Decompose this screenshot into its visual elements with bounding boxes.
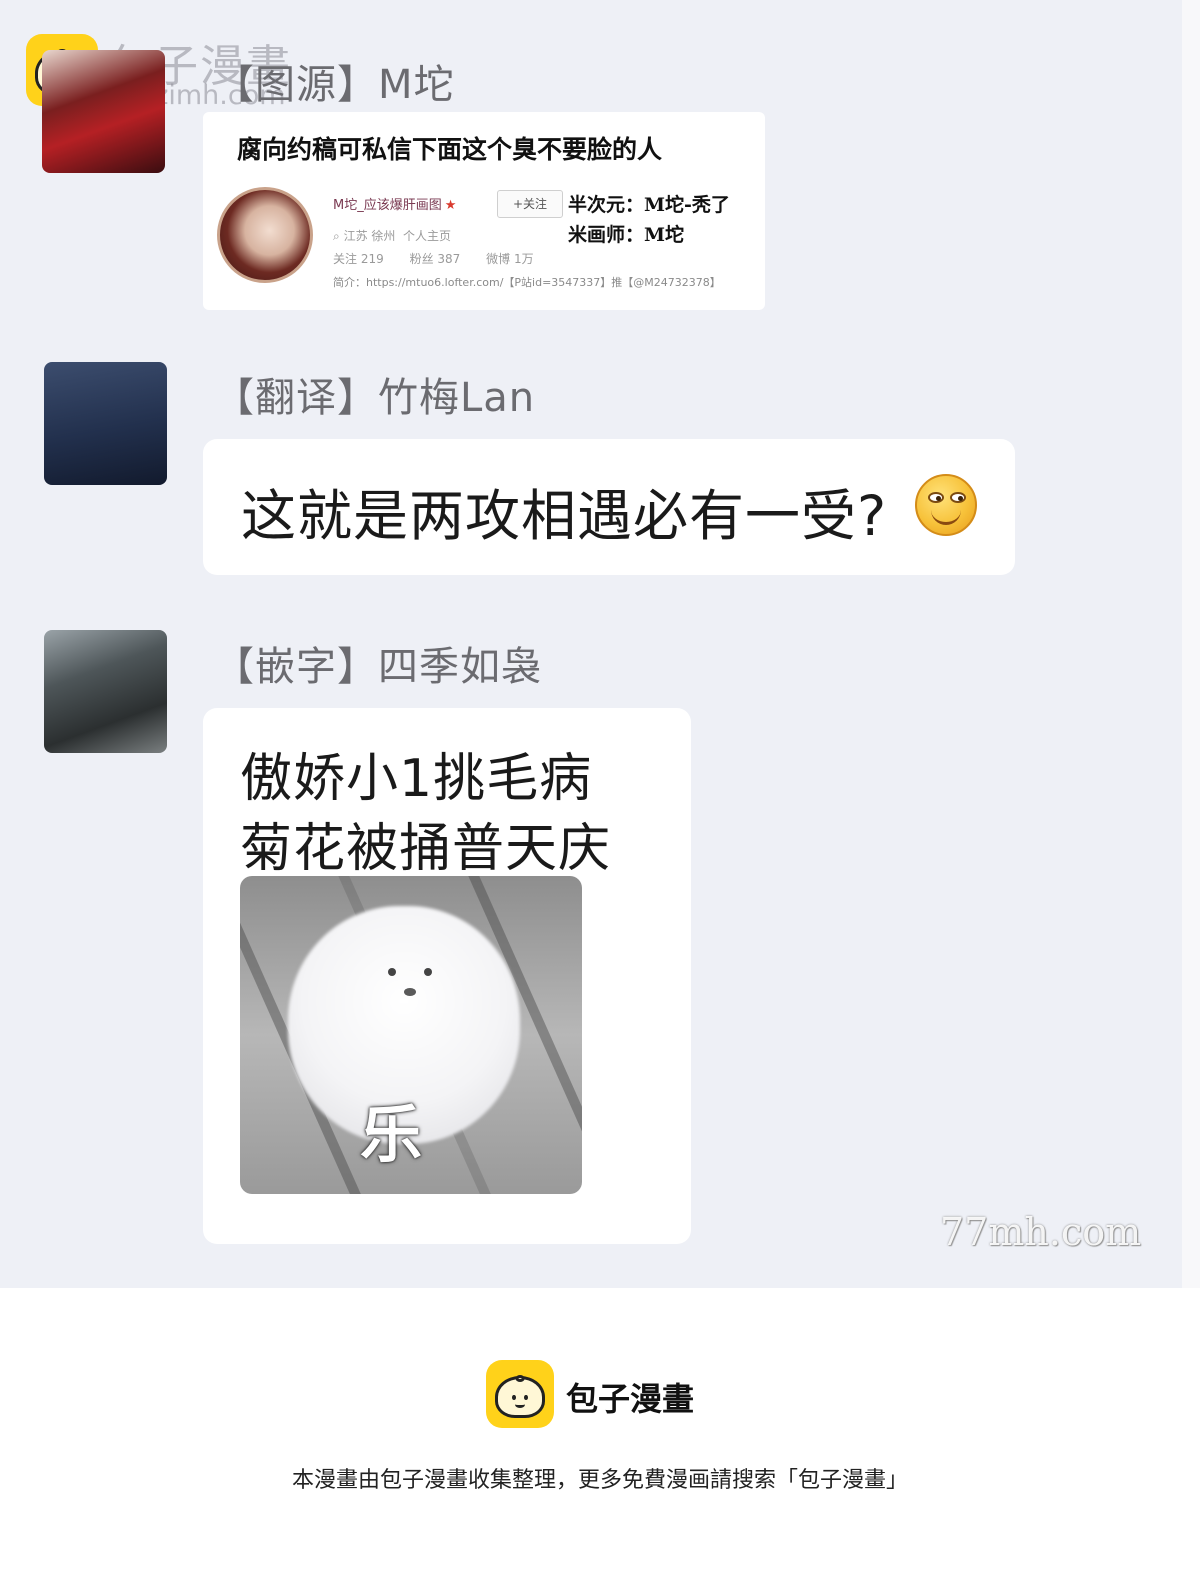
profile-avatar: [217, 187, 313, 283]
watermark-corner: 77mh.com: [940, 1210, 1142, 1254]
message-text-line: 傲娇小1挑毛病: [240, 749, 593, 809]
profile-username: M坨_应该爆肝画图: [333, 198, 442, 213]
star-icon: ★: [444, 198, 457, 213]
message-bubble: 这就是两攻相遇必有一受?: [203, 439, 1015, 575]
profile-location: 江苏 徐州: [343, 229, 396, 243]
message-label-typesetter: 【嵌字】四季如袅: [214, 644, 542, 690]
profile-meta-line: 半次元：M坨-秃了: [568, 194, 730, 216]
message-text-line: 菊花被捅普天庆: [240, 819, 612, 879]
page-edge: [1182, 0, 1200, 1288]
sticker-caption: 乐: [360, 1098, 423, 1171]
message-label-translator: 【翻译】竹梅Lan: [214, 375, 536, 421]
profile-location-row: ⌕ 江苏 徐州 个人主页: [333, 227, 451, 244]
profile-meta: 半次元：M坨-秃了 米画师：M坨: [568, 190, 730, 250]
message-text: 这就是两攻相遇必有一受?: [241, 484, 888, 548]
profile-following: 关注 219: [333, 252, 384, 266]
footer-brand: 包子漫畫: [566, 1380, 695, 1418]
baozi-logo-icon: [486, 1360, 554, 1428]
avatar-typesetter[interactable]: [44, 630, 167, 753]
avatar-source-credit[interactable]: [42, 50, 165, 173]
profile-meta-line: 米画师：M坨: [568, 224, 685, 246]
profile-fans: 粉丝 387: [409, 252, 461, 266]
avatar-translator[interactable]: [44, 362, 167, 485]
profile-card-headline: 腐向约稿可私信下面这个臭不要脸的人: [237, 135, 663, 164]
profile-username-row: M坨_应该爆肝画图 ★: [333, 194, 456, 213]
profile-intro: 简介：https://mtuo6.lofter.com/【P站id=354733…: [333, 276, 721, 289]
profile-card-bubble: 腐向约稿可私信下面这个臭不要脸的人 M坨_应该爆肝画图 ★ +关注 ⌕ 江苏 徐州…: [203, 112, 765, 310]
footer-notice: 本漫畫由包子漫畫收集整理，更多免費漫画請搜索「包子漫畫」: [291, 1468, 908, 1493]
smirk-emoji-icon: [915, 474, 977, 536]
follow-button[interactable]: +关注: [497, 190, 563, 218]
dog-sticker-image[interactable]: 乐: [240, 876, 582, 1194]
profile-stats: 关注 219 粉丝 387 微博 1万: [333, 250, 556, 267]
message-label-source: 【图源】M坨: [214, 62, 455, 108]
message-bubble-with-sticker: 傲娇小1挑毛病 菊花被捅普天庆 乐: [203, 708, 691, 1244]
profile-weibo: 微博 1万: [486, 252, 534, 266]
profile-home-link[interactable]: 个人主页: [403, 229, 451, 243]
location-icon: ⌕: [333, 229, 340, 243]
